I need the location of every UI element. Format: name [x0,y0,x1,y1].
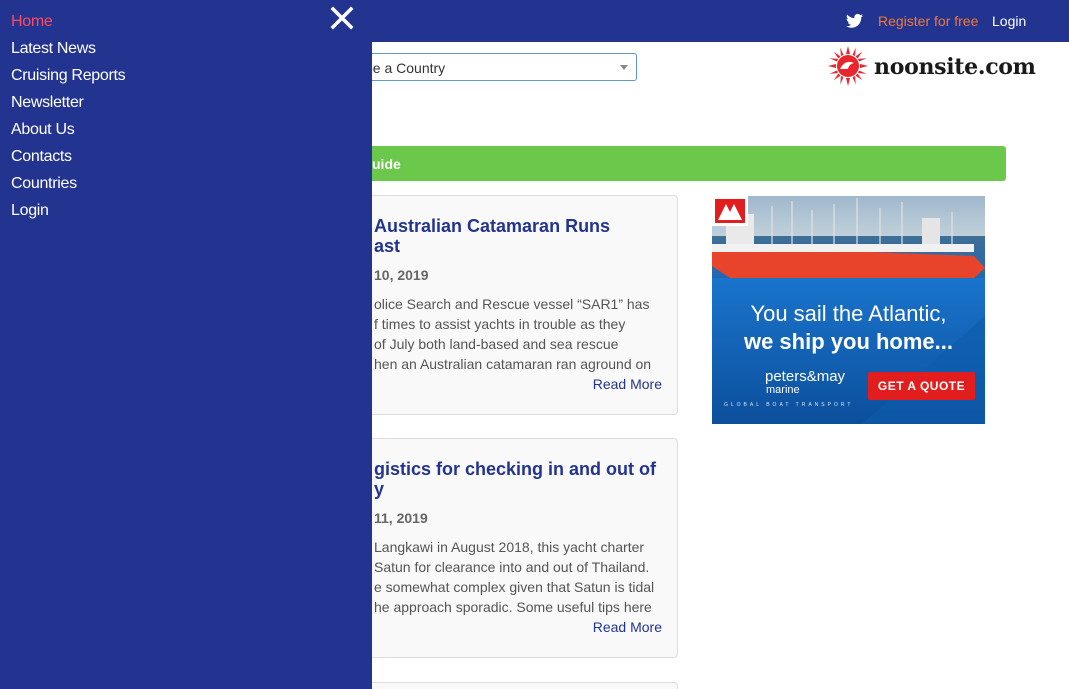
excerpt-line: Satun for clearance into and out of Thai… [374,559,650,575]
twitter-icon[interactable] [846,13,863,29]
chevron-down-icon [620,65,628,70]
news-card-title[interactable]: Australian Catamaran Runs ast [374,216,664,256]
menu-item-login: Login [11,202,125,229]
menu-item-cruising-reports: Cruising Reports [11,67,126,94]
login-link[interactable]: Login [992,13,1026,29]
ad-tagline: GLOBAL BOAT TRANSPORT [724,402,854,408]
news-card-excerpt: Langkawi in August 2018, this yacht char… [374,537,674,617]
guide-bar-label: uide [372,156,401,172]
menu-link-cruising-reports[interactable]: Cruising Reports [11,67,126,84]
menu-link-login[interactable]: Login [11,202,49,219]
excerpt-line: he approach sporadic. Some useful tips h… [374,599,652,615]
news-card-excerpt: olice Search and Rescue vessel “SAR1” ha… [374,294,674,374]
menu-link-newsletter[interactable]: Newsletter [11,94,84,111]
sun-logo-icon [828,46,868,86]
noonsite-logo[interactable]: noonsite.com [828,46,1040,90]
menu-item-about-us: About Us [11,121,125,148]
news-card-title[interactable]: gistics for checking in and out of y [374,459,664,499]
news-card-title-line: ast [374,236,401,256]
news-card-date: 10, 2019 [374,267,429,283]
menu-link-contacts[interactable]: Contacts [11,148,72,165]
news-card: Australian Catamaran Runs ast 10, 2019 o… [356,195,678,415]
guide-bar[interactable]: uide [356,146,1006,181]
excerpt-line: olice Search and Rescue vessel “SAR1” ha… [374,296,650,312]
news-card: gistics for checking in and out of y 11,… [356,438,678,658]
excerpt-line: of July both land-based and sea rescue [374,336,619,352]
menu-link-home[interactable]: Home [11,13,53,30]
menu-item-contacts: Contacts [11,148,125,175]
register-link[interactable]: Register for free [878,13,978,29]
side-menu-list: Home Latest News Cruising Reports Newsle… [11,13,126,229]
menu-item-home: Home [11,13,125,40]
menu-link-latest-news[interactable]: Latest News [11,40,96,57]
ad-subheadline: we ship you home... [743,329,954,354]
news-card-title-line: y [374,479,385,499]
side-menu: Home Latest News Cruising Reports Newsle… [0,0,372,689]
read-more-link[interactable]: Read More [593,619,662,635]
menu-item-latest-news: Latest News [11,40,125,67]
excerpt-line: Langkawi in August 2018, this yacht char… [374,539,645,555]
advertisement-banner[interactable]: You sail the Atlantic, we ship you home.… [712,196,985,424]
menu-item-newsletter: Newsletter [11,94,125,121]
news-card-title-line: Australian Catamaran Runs [374,216,611,236]
excerpt-line: f times to assist yachts in trouble as t… [374,316,626,332]
ad-brand: peters&may [765,368,846,385]
country-select[interactable]: be a Country [356,53,637,81]
excerpt-line: hen an Australian catamaran ran aground … [374,356,652,372]
get-a-quote-button[interactable]: GET A QUOTE [868,372,975,400]
close-icon[interactable] [330,6,354,30]
menu-link-about-us[interactable]: About Us [11,121,75,138]
ad-headline: You sail the Atlantic, [750,301,947,326]
news-card-title-line: gistics for checking in and out of [374,459,657,479]
news-card-date: 11, 2019 [374,510,428,526]
peters-may-logo-icon [712,196,748,226]
menu-link-countries[interactable]: Countries [11,175,77,192]
logo-text: noonsite.com [874,54,1036,80]
country-select-value: be a Country [365,60,446,76]
ad-brand-sub: marine [766,384,800,396]
news-card [356,682,678,689]
read-more-link[interactable]: Read More [593,376,662,392]
menu-item-countries: Countries [11,175,125,202]
excerpt-line: e somewhat complex given that Satun is t… [374,579,655,595]
